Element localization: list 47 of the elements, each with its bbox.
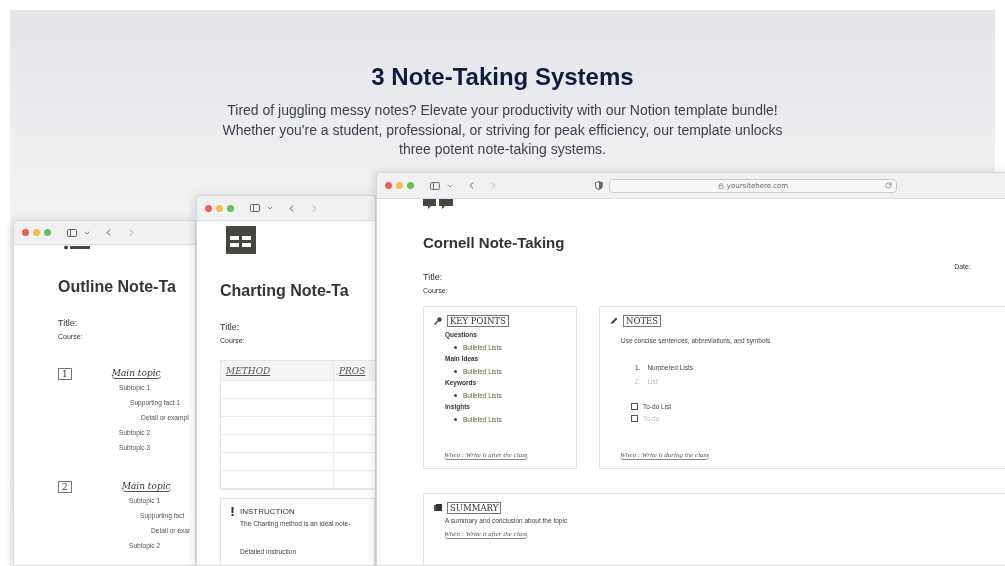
chevron-down-icon[interactable] — [445, 181, 454, 190]
hero-title: 3 Note-Taking Systems — [371, 63, 634, 91]
number-label: 2 — [58, 481, 72, 493]
reload-icon[interactable] — [885, 182, 892, 189]
zoom-button[interactable] — [407, 182, 414, 189]
key-icon — [434, 317, 442, 325]
title-field: Title: — [58, 318, 195, 328]
section-label: KEY POINTS — [447, 315, 509, 327]
zoom-button[interactable] — [44, 229, 51, 236]
minimize-button[interactable] — [33, 229, 40, 236]
title-field: Title: — [423, 272, 443, 282]
sidebar-icon[interactable] — [67, 228, 77, 237]
hero-subtitle: Tired of juggling messy notes? Elevate your productivity with our Notion template bundle! Whether you're a student, professional, or striving for peak efficiency, our template unlocks three potent note-taking systems. — [221, 101, 784, 159]
main-topic: Main topic — [111, 368, 161, 379]
close-button[interactable] — [205, 204, 212, 212]
lock-icon — [717, 182, 724, 189]
title-field: Title: — [220, 322, 375, 332]
section-label: NOTES — [623, 315, 662, 327]
callout-title: INSTRUCTION — [240, 507, 296, 516]
page-title: Charting Note-Ta — [220, 282, 350, 300]
column-header: METHOD — [221, 361, 334, 380]
checkbox[interactable] — [631, 403, 638, 410]
chevron-down-icon[interactable] — [266, 204, 274, 212]
close-button[interactable] — [22, 229, 29, 236]
zoom-button[interactable] — [227, 204, 234, 212]
page-title: Outline Note-Ta — [58, 278, 177, 296]
checkbox[interactable] — [631, 415, 638, 422]
bullet-icon — [454, 394, 457, 397]
shield-icon[interactable] — [595, 181, 603, 190]
exclamation-icon — [231, 507, 234, 516]
section-label: SUMMARY — [447, 502, 502, 514]
pencil-icon — [610, 317, 618, 325]
bullet-icon — [454, 370, 457, 373]
sidebar-icon[interactable] — [250, 204, 260, 212]
number-label: 1 — [58, 368, 72, 380]
bullet-icon — [454, 346, 457, 349]
page-icon — [64, 245, 92, 250]
table-icon — [226, 226, 256, 254]
copy-icon — [434, 504, 442, 512]
quote-icon — [423, 199, 453, 209]
page-title: Cornell Note-Taking — [423, 234, 566, 251]
close-button[interactable] — [385, 182, 392, 189]
bullet-icon — [454, 418, 457, 421]
main-topic: Main topic — [121, 481, 171, 492]
sidebar-icon[interactable] — [430, 181, 440, 190]
minimize-button[interactable] — [216, 204, 223, 212]
minimize-button[interactable] — [396, 182, 403, 189]
